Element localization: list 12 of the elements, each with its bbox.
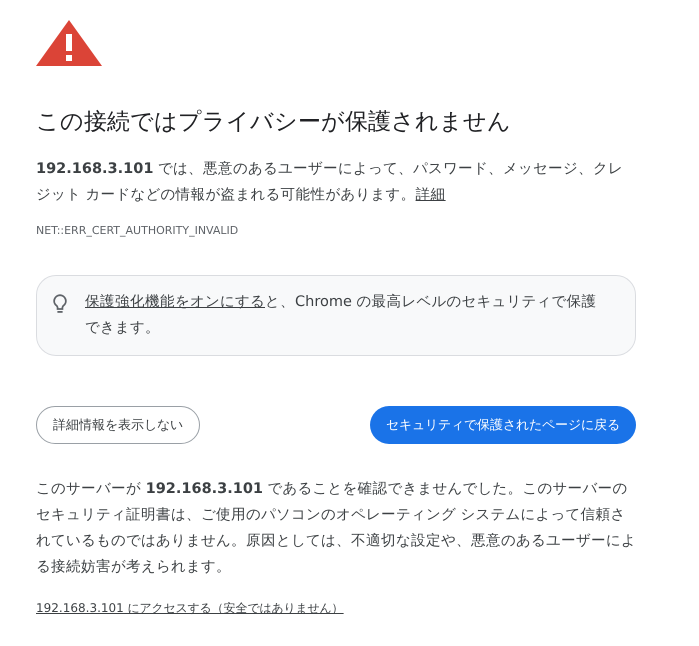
back-to-safety-button[interactable]: セキュリティで保護されたページに戻る — [370, 406, 636, 444]
lightbulb-icon — [53, 294, 67, 314]
warning-message: 192.168.3.101 では、悪意のあるユーザーによって、パスワード、メッセージ、クレジット カードなどの情報が盗まれる可能性があります。詳細 — [36, 160, 624, 205]
details-link[interactable]: 詳細 — [416, 187, 446, 203]
hide-details-button[interactable]: 詳細情報を表示しない — [36, 406, 200, 444]
page-title: この接続ではプライバシーが保護されません — [36, 108, 512, 137]
enhanced-protection-link[interactable]: 保護強化機能をオンにする — [85, 294, 265, 310]
proceed-link[interactable]: 192.168.3.101 にアクセスする（安全ではありません） — [36, 600, 344, 617]
details-message: このサーバーが 192.168.3.101 であることを確認できませんでした。このサーバーのセキュリティ証明書は、ご使用のパソコンのオペレーティング システムによって信頼されているものではありません。原因としては、不適切な設定や、悪意のあるユーザーによる接続妨害が考えられます。 — [36, 480, 636, 577]
tip-message: 保護強化機能をオンにする と、Chrome の最高レベルのセキュリティで保護できます。 — [85, 292, 598, 338]
error-code: NET::ERR_CERT_AUTHORITY_INVALID — [36, 224, 240, 237]
warning-icon — [36, 20, 102, 66]
